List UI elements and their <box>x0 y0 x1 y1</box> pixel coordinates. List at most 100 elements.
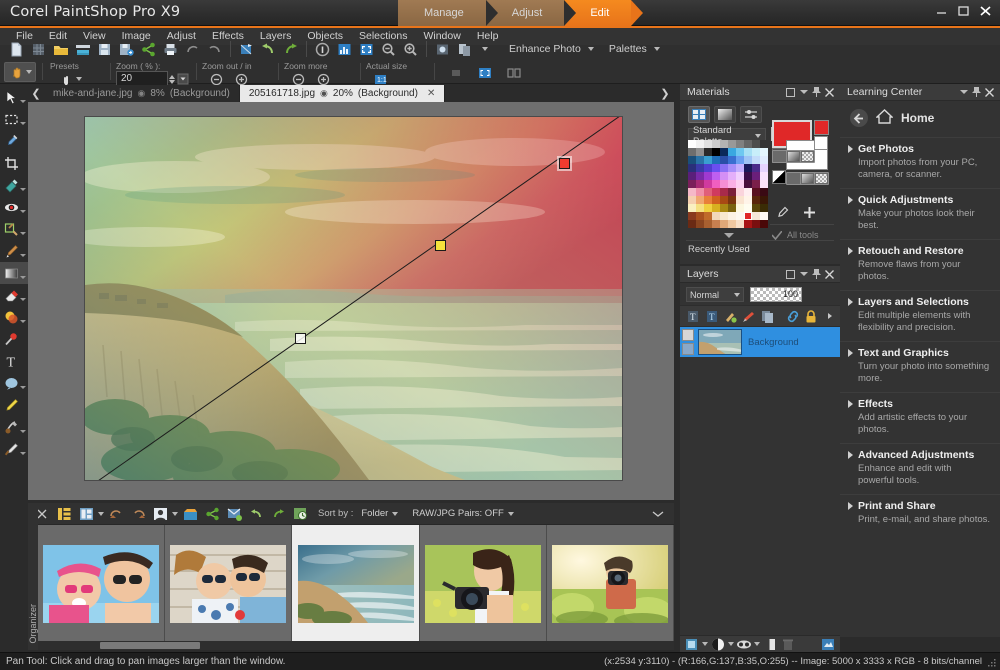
materials-frame-tab[interactable] <box>688 106 710 123</box>
new-mask-layer-button[interactable] <box>740 308 758 324</box>
background-color-mini[interactable] <box>814 136 828 150</box>
maximize-icon[interactable] <box>957 4 970 17</box>
organizer-horizontal-scrollbar[interactable] <box>38 641 674 650</box>
gradient-start-handle[interactable] <box>295 333 306 344</box>
full-screen-preview-button[interactable] <box>356 39 377 60</box>
learning-center-pin-icon[interactable] <box>970 86 983 99</box>
canvas-image[interactable] <box>85 117 622 480</box>
push-tool[interactable] <box>0 328 28 350</box>
image-information-button[interactable] <box>312 39 333 60</box>
pick-tool-arrow-icon[interactable] <box>20 100 26 103</box>
layer-visibility-button[interactable] <box>736 637 752 652</box>
red-eye-tool-arrow-icon[interactable] <box>20 210 26 213</box>
add-material-plus-icon[interactable] <box>803 206 816 222</box>
share-photo-button[interactable] <box>202 505 222 523</box>
red-eye-tool[interactable] <box>0 196 28 218</box>
color-changer-tool[interactable] <box>0 306 28 328</box>
tile-windows-button[interactable] <box>506 65 522 81</box>
new-vector-layer-button[interactable]: T <box>703 308 721 324</box>
learning-center-close-icon[interactable] <box>983 86 996 99</box>
resize-grip-icon[interactable] <box>987 658 997 668</box>
minimize-icon[interactable] <box>935 4 948 17</box>
paint-brush-tool[interactable] <box>0 240 28 262</box>
crop-to-new-image-button[interactable] <box>236 39 257 60</box>
background-gradient-mode[interactable] <box>801 173 814 184</box>
layer-opacity-slider[interactable]: 100 <box>750 287 802 302</box>
layers-overflow-button[interactable] <box>822 308 840 324</box>
pen-tool[interactable] <box>0 394 28 416</box>
text-tool[interactable]: T <box>0 350 28 372</box>
document-tab-205161718[interactable]: 205161718.jpg ◉ 20% (Background) ✕ <box>240 85 445 102</box>
open-button[interactable] <box>50 39 71 60</box>
new-from-template-button[interactable] <box>28 39 49 60</box>
layer-visible-icon[interactable] <box>682 329 694 341</box>
people-tag-button[interactable] <box>150 505 170 523</box>
all-tools-checkbox-row[interactable]: All tools <box>772 230 819 240</box>
foreground-gradient-mode[interactable] <box>787 151 800 162</box>
new-image-button[interactable] <box>6 39 27 60</box>
organizer-collapse-chevron-down-icon[interactable] <box>648 505 668 523</box>
organizer-view-mode-button[interactable] <box>76 505 96 523</box>
email-photo-button[interactable] <box>224 505 244 523</box>
foreground-pattern-mode[interactable] <box>801 151 814 162</box>
mesh-warp-tool-arrow-icon[interactable] <box>20 452 26 455</box>
learning-item-quick-adjustments[interactable]: Quick Adjustments Make your photos look … <box>840 188 1000 239</box>
layer-row-background[interactable]: Background <box>680 327 840 357</box>
color-changer-tool-arrow-icon[interactable] <box>20 320 26 323</box>
pick-tool[interactable] <box>0 86 28 108</box>
dropper-tool[interactable] <box>0 130 28 152</box>
duplicate-layer-button[interactable] <box>759 308 777 324</box>
save-button[interactable] <box>94 39 115 60</box>
active-tool-pan-button[interactable] <box>4 62 36 82</box>
pan-tool-chevron-down-icon[interactable] <box>26 70 32 74</box>
learning-item-effects[interactable]: Effects Add artistic effects to your pho… <box>840 392 1000 443</box>
eraser-tool[interactable] <box>0 284 28 306</box>
canvas-area[interactable] <box>28 102 674 500</box>
undo-button[interactable] <box>258 39 279 60</box>
learning-item-layers-and-selections[interactable]: Layers and Selections Edit multiple elem… <box>840 290 1000 341</box>
redo-button[interactable] <box>280 39 301 60</box>
tab-scroll-right-icon[interactable]: ❯ <box>658 85 672 102</box>
warp-brush-tool[interactable] <box>0 416 28 438</box>
blend-mode-select[interactable]: Normal <box>686 287 744 302</box>
quick-review-button[interactable] <box>290 505 310 523</box>
crop-tool[interactable] <box>0 152 28 174</box>
raw-jpg-pairs-dropdown[interactable]: RAW/JPG Pairs: OFF <box>412 508 513 519</box>
materials-maximize-icon[interactable] <box>784 86 797 99</box>
layers-maximize-icon[interactable] <box>784 268 797 281</box>
makeover-tool-arrow-icon[interactable] <box>20 188 26 191</box>
fit-window-button[interactable] <box>448 65 464 81</box>
full-screen-button[interactable] <box>477 65 493 81</box>
workspace-tab-edit[interactable]: Edit <box>564 0 631 26</box>
adjustment-layer-button[interactable] <box>710 637 726 652</box>
materials-pin-icon[interactable] <box>810 86 823 99</box>
materials-close-icon[interactable] <box>823 86 836 99</box>
color-swatch-grid[interactable] <box>688 140 768 228</box>
foreground-color-mode[interactable] <box>773 151 786 162</box>
zoom-out-button[interactable] <box>378 39 399 60</box>
layer-visibility-toggles[interactable] <box>682 329 696 355</box>
clone-brush-tool-arrow-icon[interactable] <box>20 232 26 235</box>
layer-lock-icon[interactable] <box>682 343 694 355</box>
selection-tool-arrow-icon[interactable] <box>20 122 26 125</box>
materials-swatches-tab[interactable] <box>740 106 762 123</box>
tab-scroll-left-icon[interactable]: ❮ <box>28 85 44 102</box>
clone-brush-tool[interactable] <box>0 218 28 240</box>
organizer-navigation-button[interactable] <box>54 505 74 523</box>
thumb-woman-camera[interactable] <box>420 525 547 643</box>
thumb-couple-lying[interactable] <box>165 525 292 643</box>
delete-layer-button[interactable] <box>780 637 796 652</box>
share-button[interactable] <box>138 39 159 60</box>
makeover-tool[interactable] <box>0 174 28 196</box>
new-art-media-layer-button[interactable] <box>722 308 740 324</box>
background-color-mode[interactable] <box>787 173 800 184</box>
layers-pin-icon[interactable] <box>810 268 823 281</box>
sort-by-dropdown[interactable]: Folder <box>361 508 398 519</box>
shape-tool[interactable] <box>0 372 28 394</box>
print-button[interactable] <box>160 39 181 60</box>
learning-item-retouch-and-restore[interactable]: Retouch and Restore Remove flaws from yo… <box>840 239 1000 290</box>
rotate-right-button[interactable] <box>128 505 148 523</box>
layer-properties-button[interactable] <box>684 637 700 652</box>
eyedropper-pick-icon[interactable] <box>776 206 789 222</box>
zoom-in-button[interactable] <box>400 39 421 60</box>
